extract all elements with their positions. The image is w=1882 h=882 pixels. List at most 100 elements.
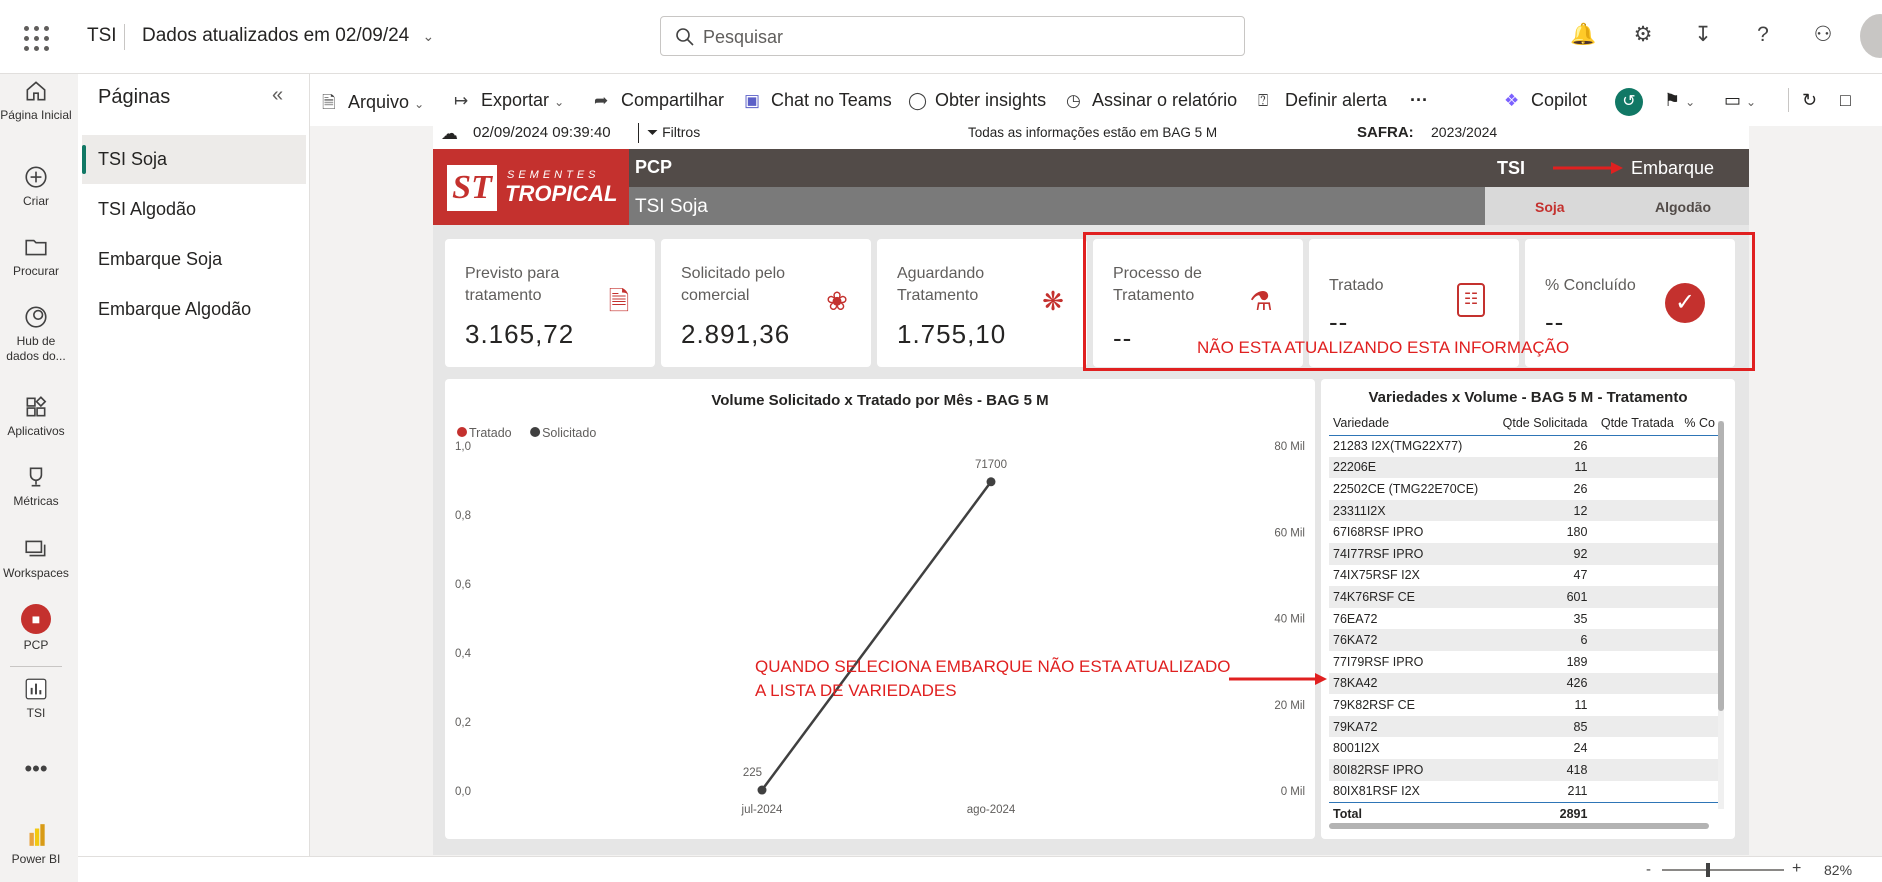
table-row[interactable]: 74I77RSF IPRO 92 bbox=[1329, 542, 1719, 565]
nav-label: Métricas bbox=[13, 494, 59, 508]
zoom-slider[interactable] bbox=[1662, 869, 1784, 871]
nav-data-hub[interactable]: Hub de dados do... bbox=[0, 304, 72, 364]
table-row[interactable]: 79KA72 85 bbox=[1329, 715, 1719, 738]
table-row[interactable]: 80I82RSF IPRO 418 bbox=[1329, 758, 1719, 781]
table-row[interactable]: 22502CE (TMG22E70CE) 26 bbox=[1329, 478, 1719, 500]
table-row[interactable]: 67I68RSF IPRO 180 bbox=[1329, 521, 1719, 543]
nav-apps[interactable]: Aplicativos bbox=[0, 394, 72, 438]
file-menu-button[interactable]: 🗎 Arquivo ⌄ bbox=[322, 90, 424, 119]
embarque-nav-button[interactable]: Embarque bbox=[1631, 158, 1714, 179]
nav-label: Aplicativos bbox=[7, 424, 65, 438]
search-box[interactable]: Pesquisar bbox=[660, 16, 1245, 56]
table-row[interactable]: 76EA72 35 bbox=[1329, 608, 1719, 630]
page-tsi-soja[interactable]: TSI Soja bbox=[82, 135, 306, 184]
kpi-value: 1.755,10 bbox=[897, 319, 1007, 349]
column-header[interactable]: Variedade bbox=[1329, 411, 1492, 435]
nav-metrics[interactable]: Métricas bbox=[0, 464, 72, 508]
copilot-button[interactable]: ❖ Copilot bbox=[1504, 90, 1587, 111]
horizontal-scrollbar[interactable] bbox=[1329, 823, 1709, 829]
cell-qty-treated bbox=[1591, 758, 1678, 781]
table-row[interactable]: 21283 I2X(TMG22X77) 26 bbox=[1329, 435, 1719, 457]
vertical-scrollbar[interactable] bbox=[1718, 421, 1724, 809]
cell-percent bbox=[1678, 435, 1719, 457]
teams-chat-button[interactable]: ▣ Chat no Teams bbox=[744, 90, 892, 111]
line-chart[interactable]: Volume Solicitado x Tratado por Mês - BA… bbox=[445, 379, 1315, 839]
table-row[interactable]: 22206E 11 bbox=[1329, 456, 1719, 479]
bookmark-icon[interactable]: ⚑ ⌄ bbox=[1664, 90, 1695, 111]
view-icon[interactable]: ▭ ⌄ bbox=[1724, 90, 1756, 111]
cell-qty-treated bbox=[1591, 435, 1677, 457]
subtitle-bar: TSI Soja bbox=[629, 187, 1485, 225]
table-row[interactable]: 77I79RSF IPRO 189 bbox=[1329, 651, 1719, 673]
settings-gear-icon[interactable]: ⚙ bbox=[1630, 22, 1656, 48]
notifications-icon[interactable]: 🔔 bbox=[1570, 22, 1596, 48]
tab-algodao[interactable]: Algodão bbox=[1655, 199, 1711, 215]
feedback-icon[interactable]: ⚇ bbox=[1810, 22, 1836, 48]
nav-browse[interactable]: Procurar bbox=[0, 234, 72, 278]
download-icon[interactable]: ↧ bbox=[1690, 22, 1716, 48]
nav-create[interactable]: Criar bbox=[0, 164, 72, 208]
export-menu-button[interactable]: ↦ Exportar ⌄ bbox=[454, 90, 564, 111]
nav-home[interactable]: Página Inicial bbox=[0, 78, 72, 122]
set-alert-button[interactable]: ⍰ Definir alerta bbox=[1258, 90, 1387, 111]
arrow-right-icon bbox=[1553, 162, 1623, 174]
filters-button[interactable]: ⏷ Filtros bbox=[647, 124, 700, 141]
y-left-tick-label: 0,4 bbox=[455, 648, 472, 660]
y-right-tick-label: 60 Mil bbox=[1274, 527, 1305, 539]
cell-variety: 80I82RSF IPRO bbox=[1329, 758, 1493, 781]
column-header[interactable]: Qtde Solicitada bbox=[1492, 411, 1591, 435]
table-row[interactable]: 8001I2X 24 bbox=[1329, 737, 1719, 759]
table-row[interactable]: 74IX75RSF I2X 47 bbox=[1329, 565, 1719, 587]
cell-qty-requested: 24 bbox=[1573, 741, 1588, 756]
table-row[interactable]: 23311I2X 12 bbox=[1329, 499, 1719, 522]
y-right-tick-label: 40 Mil bbox=[1274, 614, 1305, 626]
cell-percent bbox=[1678, 521, 1719, 543]
table-row[interactable]: 78KA42 426 bbox=[1329, 672, 1719, 695]
app-launcher-icon[interactable] bbox=[22, 24, 50, 52]
tab-soja[interactable]: Soja bbox=[1535, 199, 1565, 215]
crop-tabs: Soja Algodão bbox=[1485, 187, 1749, 225]
avatar[interactable] bbox=[1860, 14, 1882, 58]
page-embarque-algodao[interactable]: Embarque Algodão bbox=[82, 285, 306, 334]
table-row[interactable]: 80IX81RSF I2X 211 bbox=[1329, 781, 1719, 803]
cell-variety: 79KA72 bbox=[1329, 715, 1493, 738]
help-icon[interactable]: ? bbox=[1750, 22, 1776, 48]
filter-icon: ⏷ bbox=[647, 124, 659, 140]
chevron-down-icon: ⌄ bbox=[422, 28, 435, 44]
nav-workspaces[interactable]: Workspaces bbox=[0, 536, 72, 580]
nav-powerbi[interactable]: Power BI bbox=[0, 822, 72, 866]
insights-button[interactable]: ◯ Obter insights bbox=[908, 90, 1046, 111]
page-tsi-algodao[interactable]: TSI Algodão bbox=[82, 185, 306, 234]
data-updated-dropdown[interactable]: Dados atualizados em 02/09/24 ⌄ bbox=[142, 25, 434, 47]
table-row[interactable]: 74K76RSF CE 601 bbox=[1329, 586, 1719, 608]
column-header-sorted[interactable]: Qtde Tratada bbox=[1591, 411, 1677, 435]
cell-qty-requested: 47 bbox=[1573, 568, 1588, 583]
seeds-icon: ❋ bbox=[1042, 286, 1064, 316]
more-options-icon[interactable]: ••• bbox=[0, 756, 72, 782]
zoom-slider-thumb[interactable] bbox=[1706, 863, 1710, 877]
page-embarque-soja[interactable]: Embarque Soja bbox=[82, 235, 306, 284]
nav-pcp-workspace[interactable]: ■ PCP bbox=[0, 604, 72, 652]
collapse-panel-icon[interactable]: « bbox=[272, 84, 283, 107]
column-header[interactable]: % Co bbox=[1678, 411, 1719, 435]
share-button[interactable]: ➦ Compartilhar bbox=[594, 90, 724, 111]
reset-icon[interactable]: ↺ bbox=[1615, 88, 1643, 116]
table-row[interactable]: 76KA72 6 bbox=[1329, 629, 1719, 651]
cell-qty-treated bbox=[1591, 542, 1678, 565]
document-icon: 🗎 bbox=[608, 286, 630, 316]
zoom-out-button[interactable]: - bbox=[1646, 861, 1651, 878]
more-commands-icon[interactable]: ··· bbox=[1410, 90, 1428, 111]
table-row[interactable]: 79K82RSF CE 11 bbox=[1329, 694, 1719, 716]
data-label: 225 bbox=[743, 767, 762, 779]
kpi-label: Previsto para tratamento bbox=[465, 265, 560, 304]
subscribe-button[interactable]: ◷ Assinar o relatório bbox=[1066, 90, 1237, 111]
zoom-in-button[interactable]: + bbox=[1792, 860, 1801, 878]
nav-tsi-report[interactable]: TSI bbox=[0, 676, 72, 720]
workspace-name[interactable]: TSI bbox=[87, 25, 117, 47]
tsi-nav-label[interactable]: TSI bbox=[1497, 158, 1525, 179]
home-icon bbox=[26, 81, 46, 101]
command-label: Obter insights bbox=[935, 90, 1047, 110]
refresh-icon[interactable]: ↻ bbox=[1802, 90, 1817, 111]
comment-icon[interactable]: □ bbox=[1840, 90, 1851, 111]
cell-percent bbox=[1677, 715, 1719, 738]
